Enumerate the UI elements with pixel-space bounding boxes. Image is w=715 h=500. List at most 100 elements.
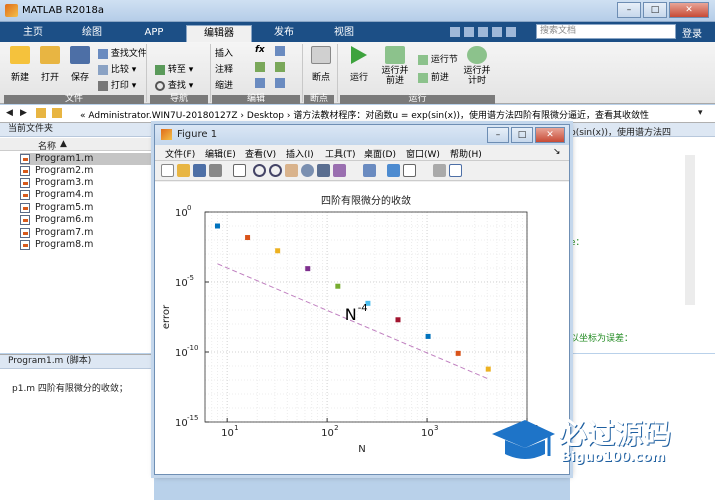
run-section-button[interactable]: 运行节 bbox=[418, 52, 458, 65]
y-tick-exponent: 0 bbox=[187, 204, 191, 212]
rotate-3d-icon[interactable] bbox=[301, 164, 314, 177]
insert-button[interactable]: 插入 bbox=[215, 46, 233, 59]
advance-button[interactable]: 前进 bbox=[418, 70, 449, 83]
menu-help[interactable]: 帮助(H) bbox=[450, 147, 482, 160]
editor-pane[interactable]: p(sin(x))，使用谱方法四 e： 以坐标为误差： bbox=[568, 123, 715, 353]
tab-plots[interactable]: 绘图 bbox=[64, 25, 120, 42]
details-panel: Program1.m (脚本) p1.m 四阶有限微分的收敛； bbox=[0, 354, 154, 500]
data-point bbox=[275, 248, 281, 254]
menu-tools[interactable]: 工具(T) bbox=[325, 147, 356, 160]
cut-quick-icon[interactable] bbox=[464, 27, 474, 37]
save-button[interactable]: 保存 bbox=[68, 46, 92, 83]
list-item[interactable]: Program7.m bbox=[20, 227, 154, 239]
zoom-in-icon[interactable] bbox=[253, 164, 266, 177]
save-quick-icon[interactable] bbox=[450, 27, 460, 37]
y-tick-exponent: -10 bbox=[187, 344, 198, 352]
find-button[interactable]: 查找 ▾ bbox=[155, 78, 193, 91]
run-advance-button[interactable]: 运行并 前进 bbox=[380, 46, 410, 86]
close-button[interactable]: ✕ bbox=[669, 2, 709, 18]
show-plot-tools-icon[interactable] bbox=[449, 164, 462, 177]
ribbon-divider bbox=[210, 44, 211, 102]
figure-titlebar[interactable]: Figure 1 – □ ✕ bbox=[155, 125, 569, 145]
back-arrow-icon[interactable]: ◀ bbox=[6, 108, 13, 118]
figure-maximize-button[interactable]: □ bbox=[511, 127, 533, 143]
copy-quick-icon[interactable] bbox=[478, 27, 488, 37]
decrease-indent-icon[interactable] bbox=[275, 78, 285, 88]
menu-desktop[interactable]: 桌面(D) bbox=[364, 147, 396, 160]
y-tick-label: 10 bbox=[175, 208, 188, 219]
legend-icon[interactable] bbox=[403, 164, 416, 177]
menu-file[interactable]: 文件(F) bbox=[165, 147, 195, 160]
comment-button[interactable]: 注释 bbox=[215, 62, 233, 75]
save-figure-icon[interactable] bbox=[193, 164, 206, 177]
column-header[interactable]: 名称 ▲ bbox=[0, 138, 154, 152]
figure-close-button[interactable]: ✕ bbox=[535, 127, 565, 143]
path-dropdown-icon[interactable]: ▾ bbox=[698, 108, 703, 118]
list-item[interactable]: Program3.m bbox=[20, 177, 154, 189]
open-button[interactable]: 打开 bbox=[38, 46, 62, 83]
breakpoint-button[interactable]: 断点 bbox=[308, 46, 334, 83]
fx-icon[interactable]: fx bbox=[255, 45, 265, 55]
address-bar[interactable]: ◀ ▶ « Administrator.WIN7U-20180127Z › De… bbox=[0, 105, 715, 123]
hide-plot-tools-icon[interactable] bbox=[433, 164, 446, 177]
help-quick-icon[interactable] bbox=[506, 27, 516, 37]
zoom-out-icon[interactable] bbox=[269, 164, 282, 177]
tab-view[interactable]: 视图 bbox=[316, 25, 372, 42]
slope-annotation-exponent: -4 bbox=[358, 303, 368, 314]
list-item[interactable]: Program4.m bbox=[20, 189, 154, 201]
forward-arrow-icon[interactable]: ▶ bbox=[20, 108, 27, 118]
colorbar-icon[interactable] bbox=[387, 164, 400, 177]
axes-box bbox=[204, 211, 528, 423]
print-button[interactable]: 打印 ▾ bbox=[98, 78, 136, 91]
goto-button[interactable]: 转至 ▾ bbox=[155, 62, 193, 75]
edit-plot-arrow-icon[interactable] bbox=[233, 164, 246, 177]
print-figure-icon[interactable] bbox=[209, 164, 222, 177]
maximize-button[interactable]: □ bbox=[643, 2, 667, 18]
tab-publish[interactable]: 发布 bbox=[256, 25, 312, 42]
run-button[interactable]: 运行 bbox=[346, 46, 372, 83]
browse-folder-icon[interactable] bbox=[52, 108, 62, 118]
editor-scrollbar[interactable] bbox=[685, 155, 695, 305]
figure-minimize-button[interactable]: – bbox=[487, 127, 509, 143]
login-button[interactable]: 登录 bbox=[682, 25, 702, 40]
link-plot-icon[interactable] bbox=[363, 164, 376, 177]
run-and-time-button[interactable]: 运行并 计时 bbox=[462, 46, 492, 86]
new-plus-icon bbox=[10, 46, 30, 64]
find-file-button[interactable]: 查找文件 bbox=[98, 46, 147, 59]
comment-percent-icon[interactable] bbox=[255, 62, 265, 72]
menu-view[interactable]: 查看(V) bbox=[245, 147, 276, 160]
up-folder-icon[interactable] bbox=[36, 108, 46, 118]
save-disk-icon bbox=[70, 46, 90, 64]
tab-home[interactable]: 主页 bbox=[8, 25, 58, 42]
indent-button[interactable]: 缩进 bbox=[215, 78, 233, 91]
menu-insert[interactable]: 插入(I) bbox=[286, 147, 314, 160]
undo-quick-icon[interactable] bbox=[492, 27, 502, 37]
indent-icon[interactable] bbox=[255, 78, 265, 88]
new-figure-icon[interactable] bbox=[161, 164, 174, 177]
m-file-icon bbox=[20, 178, 30, 188]
list-item[interactable]: Program8.m bbox=[20, 239, 154, 251]
list-item[interactable]: Program6.m bbox=[20, 214, 154, 226]
menu-dock-arrow-icon[interactable]: ↘ bbox=[553, 147, 561, 157]
new-button[interactable]: 新建 bbox=[8, 46, 32, 83]
wrap-comment-icon[interactable] bbox=[275, 62, 285, 72]
search-documentation-input[interactable]: 搜索文档 bbox=[536, 24, 676, 39]
folder-icon bbox=[40, 46, 60, 64]
tab-apps[interactable]: APP bbox=[126, 25, 182, 42]
list-item[interactable]: Program1.m bbox=[20, 153, 154, 165]
minimize-button[interactable]: – bbox=[617, 2, 641, 18]
open-file-icon[interactable] bbox=[177, 164, 190, 177]
list-item[interactable]: Program5.m bbox=[20, 202, 154, 214]
list-item[interactable]: Program2.m bbox=[20, 165, 154, 177]
pan-hand-icon[interactable] bbox=[285, 164, 298, 177]
m-file-icon bbox=[20, 240, 30, 250]
compare-button[interactable]: 比较 ▾ bbox=[98, 62, 136, 75]
data-cursor-icon[interactable] bbox=[317, 164, 330, 177]
tab-editor[interactable]: 编辑器 bbox=[186, 25, 252, 42]
current-path[interactable]: « Administrator.WIN7U-20180127Z › Deskto… bbox=[80, 108, 649, 121]
insert-section-icon[interactable] bbox=[275, 46, 285, 56]
menu-window[interactable]: 窗口(W) bbox=[406, 147, 440, 160]
data-point bbox=[305, 266, 311, 272]
brush-icon[interactable] bbox=[333, 164, 346, 177]
menu-edit[interactable]: 编辑(E) bbox=[205, 147, 236, 160]
